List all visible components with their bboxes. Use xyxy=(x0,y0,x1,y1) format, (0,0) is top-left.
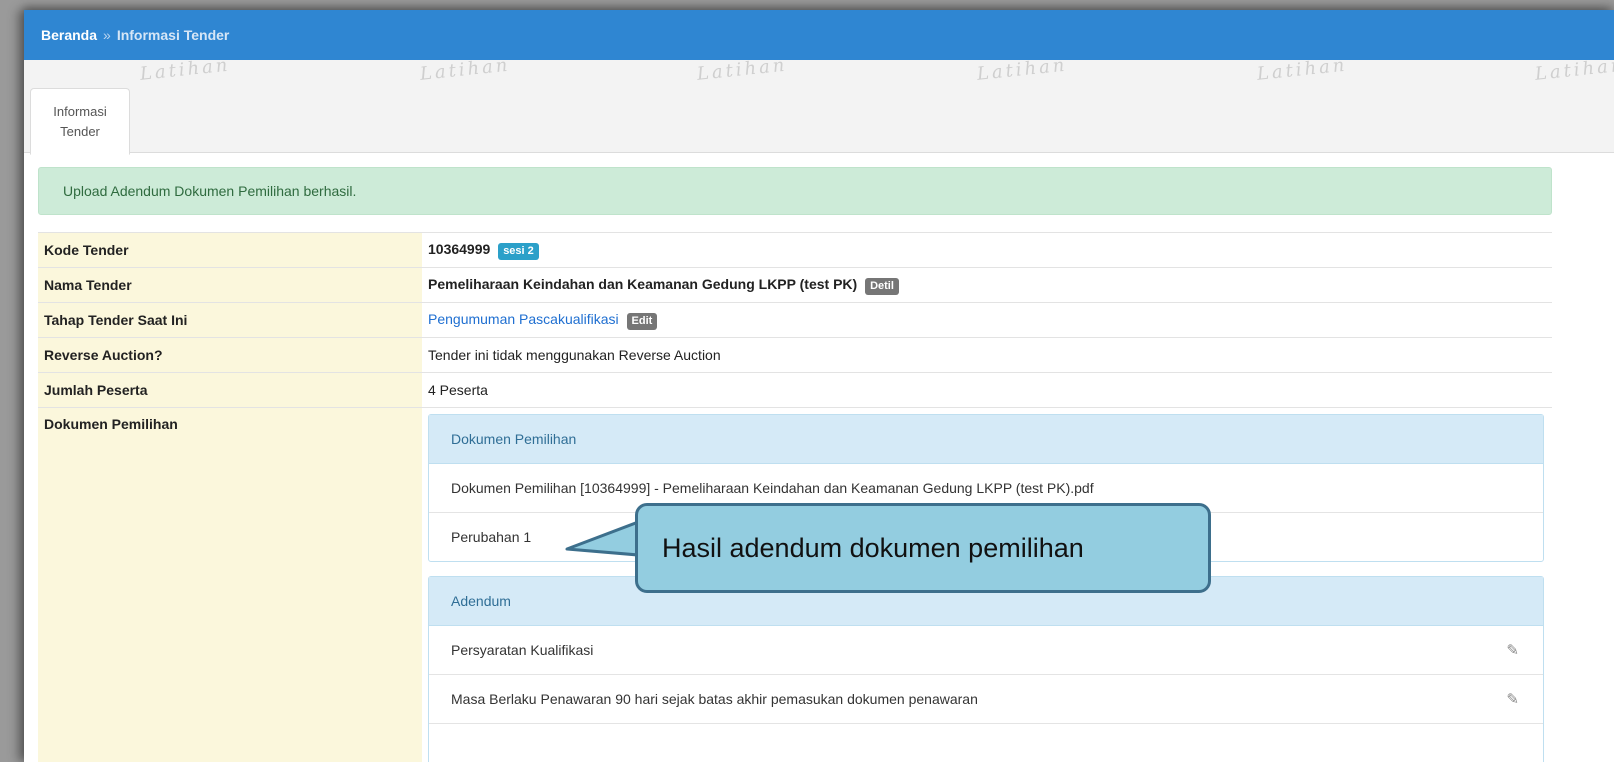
adendum-row-label: Masa Berlaku Penawaran 90 hari sejak bat… xyxy=(451,691,978,707)
callout-annotation: Hasil adendum dokumen pemilihan xyxy=(635,503,1211,593)
main-window: Beranda » Informasi Tender Latihan Latih… xyxy=(24,10,1614,762)
kode-tender-label: Kode Tender xyxy=(38,232,422,268)
dokumen-pemilihan-label: Dokumen Pemilihan xyxy=(38,407,422,762)
edit-pencil-icon[interactable]: ✎ xyxy=(1506,641,1519,659)
callout-text: Hasil adendum dokumen pemilihan xyxy=(662,532,1084,563)
success-alert: Upload Adendum Dokumen Pemilihan berhasi… xyxy=(38,167,1552,215)
reverse-auction-value: Tender ini tidak menggunakan Reverse Auc… xyxy=(422,337,1552,373)
kode-tender-value-cell: 10364999 sesi 2 xyxy=(422,232,1552,268)
reverse-auction-label: Reverse Auction? xyxy=(38,337,422,373)
tahap-tender-value-cell: Pengumuman Pascakualifikasi Edit xyxy=(422,302,1552,338)
tab-strip: Latihan Latihan Latihan Latihan Latihan … xyxy=(24,55,1614,155)
perubahan-link[interactable]: Perubahan 1 xyxy=(451,529,531,545)
adendum-row: Persyaratan Kualifikasi ✎ xyxy=(429,626,1543,675)
watermark: Latihan xyxy=(696,54,789,85)
adendum-row-label: Persyaratan Kualifikasi xyxy=(451,642,594,658)
row-jumlah-peserta: Jumlah Peserta 4 Peserta xyxy=(38,372,1552,408)
tab-informasi-tender[interactable]: Informasi Tender xyxy=(30,88,130,155)
breadcrumb-current: Informasi Tender xyxy=(116,27,230,43)
nama-tender-value-cell: Pemeliharaan Keindahan dan Keamanan Gedu… xyxy=(422,267,1552,303)
breadcrumb-separator: » xyxy=(103,27,111,43)
tahap-tender-link[interactable]: Pengumuman Pascakualifikasi xyxy=(428,311,619,327)
tender-info-table: Kode Tender 10364999 sesi 2 Nama Tender … xyxy=(38,232,1552,762)
watermark: Latihan xyxy=(419,54,512,85)
edit-pencil-icon[interactable]: ✎ xyxy=(1506,690,1519,708)
sesi-badge: sesi 2 xyxy=(498,242,539,260)
dokumen-file-link[interactable]: Dokumen Pemilihan [10364999] - Pemelihar… xyxy=(451,480,1094,496)
alert-message: Upload Adendum Dokumen Pemilihan berhasi… xyxy=(63,183,357,199)
adendum-row-partial xyxy=(429,724,1543,762)
tab-label-line1: Informasi xyxy=(53,103,107,119)
adendum-panel: Adendum Persyaratan Kualifikasi ✎ Masa B… xyxy=(428,576,1544,762)
breadcrumb-home-link[interactable]: Beranda xyxy=(41,27,97,43)
row-kode-tender: Kode Tender 10364999 sesi 2 xyxy=(38,232,1552,268)
jumlah-peserta-value: 4 Peserta xyxy=(422,372,1552,408)
dokumen-panel-title: Dokumen Pemilihan xyxy=(429,415,1543,464)
tab-label-line2: Tender xyxy=(60,123,100,139)
watermark: Latihan xyxy=(976,54,1069,85)
detil-button[interactable]: Detil xyxy=(865,277,899,295)
row-reverse-auction: Reverse Auction? Tender ini tidak menggu… xyxy=(38,337,1552,373)
breadcrumb: Beranda » Informasi Tender xyxy=(24,10,1614,60)
row-nama-tender: Nama Tender Pemeliharaan Keindahan dan K… xyxy=(38,267,1552,303)
jumlah-peserta-label: Jumlah Peserta xyxy=(38,372,422,408)
kode-tender-value: 10364999 xyxy=(428,240,491,257)
watermark: Latihan xyxy=(1534,54,1614,85)
watermark: Latihan xyxy=(1256,54,1349,85)
tahap-tender-label: Tahap Tender Saat Ini xyxy=(38,302,422,338)
row-tahap-tender: Tahap Tender Saat Ini Pengumuman Pascaku… xyxy=(38,302,1552,338)
watermark: Latihan xyxy=(139,54,232,85)
nama-tender-label: Nama Tender xyxy=(38,267,422,303)
edit-tahap-button[interactable]: Edit xyxy=(626,312,658,330)
adendum-row: Masa Berlaku Penawaran 90 hari sejak bat… xyxy=(429,675,1543,724)
nama-tender-value: Pemeliharaan Keindahan dan Keamanan Gedu… xyxy=(428,275,858,292)
